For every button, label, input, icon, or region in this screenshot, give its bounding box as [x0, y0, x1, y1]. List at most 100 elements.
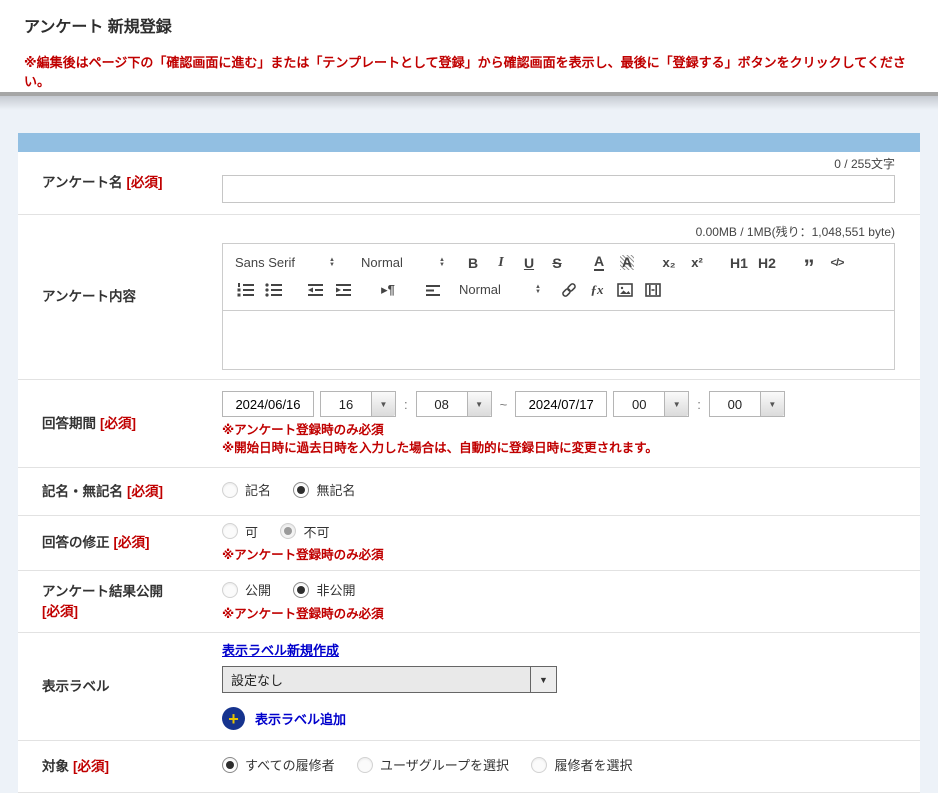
radio-option-not-allowed[interactable]: 不可 [280, 522, 329, 541]
editor-content-area[interactable] [223, 311, 894, 369]
time-colon: : [404, 397, 408, 412]
image-button[interactable] [611, 278, 639, 302]
formula-button[interactable]: ƒx [583, 278, 611, 302]
target-label: 対象[必須] [18, 757, 222, 777]
modification-note: ※アンケート登録時のみ必須 [222, 547, 895, 565]
ordered-list-button[interactable] [231, 278, 259, 302]
radio-selected-icon[interactable] [293, 482, 309, 498]
align-button[interactable] [419, 278, 447, 302]
end-date-input[interactable] [515, 391, 607, 417]
radio-selected-icon[interactable] [293, 582, 309, 598]
font-picker[interactable]: Sans Serif ▲▼ [235, 255, 335, 270]
code-block-button[interactable]: </> [823, 251, 851, 275]
radio-option-anonymous[interactable]: 無記名 [293, 480, 355, 499]
superscript-button[interactable]: x² [683, 251, 711, 275]
radio-option-allowed[interactable]: 可 [222, 522, 258, 541]
row-survey-content: アンケート内容 0.00MB / 1MB(残り：1,048,551 byte) … [18, 215, 920, 380]
bold-button[interactable]: B [459, 251, 487, 275]
display-label-select[interactable]: 設定なし ▼ [222, 666, 557, 693]
size-picker[interactable]: Normal ▲▼ [459, 282, 541, 297]
radio-icon[interactable] [222, 582, 238, 598]
radio-selected-disabled-icon[interactable] [280, 523, 296, 539]
h2-button[interactable]: H2 [753, 251, 781, 275]
spinner-arrow-icon[interactable]: ▼ [760, 392, 784, 416]
ordered-list-icon [237, 282, 254, 298]
strikethrough-icon: S [552, 255, 561, 271]
italic-icon: I [498, 255, 503, 271]
plus-icon[interactable]: + [222, 707, 245, 730]
display-label-label: 表示ラベル [18, 677, 222, 697]
radio-option-private[interactable]: 非公開 [293, 580, 355, 599]
radio-selected-icon[interactable] [222, 757, 238, 773]
text-color-button[interactable]: A [585, 251, 613, 275]
radio-option-user-group[interactable]: ユーザグループを選択 [357, 755, 509, 774]
period-note-2: ※開始日時に過去日時を入力した場合は、自動的に登録日時に変更されます。 [222, 440, 895, 458]
radio-icon[interactable] [222, 482, 238, 498]
select-arrow-icon[interactable]: ▼ [530, 667, 556, 692]
row-survey-name: アンケート名[必須] 0 / 255文字 [18, 152, 920, 215]
background-color-button[interactable]: A [613, 251, 641, 275]
underline-button[interactable]: U [515, 251, 543, 275]
radio-icon[interactable] [222, 523, 238, 539]
radio-icon[interactable] [531, 757, 547, 773]
form-header-bar [18, 133, 920, 152]
superscript-icon: x² [691, 255, 703, 270]
code-icon: </> [831, 257, 844, 269]
char-counter: 0 / 255文字 [222, 155, 895, 172]
outdent-icon [307, 282, 324, 298]
answer-period-label: 回答期間[必須] [18, 414, 222, 434]
underline-icon: U [524, 255, 534, 271]
create-display-label-link[interactable]: 表示ラベル新規作成 [222, 640, 339, 659]
image-icon [617, 282, 633, 298]
page-warning: ※編集後はページ下の「確認画面に進む」または「テンプレートとして登録」から確認画… [0, 37, 938, 90]
row-display-label: 表示ラベル 表示ラベル新規作成 設定なし ▼ + 表示ラベル追加 [18, 633, 920, 741]
video-icon [645, 282, 661, 298]
top-header: アンケート 新規登録 ※編集後はページ下の「確認画面に進む」または「テンプレート… [0, 0, 938, 92]
video-button[interactable] [639, 278, 667, 302]
text-color-icon: A [594, 254, 604, 271]
updown-caret-icon: ▲▼ [329, 258, 335, 268]
end-hour-select[interactable]: 00 ▼ [613, 391, 689, 417]
add-display-label-button[interactable]: + 表示ラベル追加 [222, 707, 895, 730]
blockquote-button[interactable]: ” [795, 251, 823, 275]
required-badge: [必須] [73, 759, 109, 774]
h1-button[interactable]: H1 [725, 251, 753, 275]
survey-form-card: アンケート名[必須] 0 / 255文字 アンケート内容 0.00MB / 1M… [18, 133, 920, 793]
link-button[interactable] [555, 278, 583, 302]
strikethrough-button[interactable]: S [543, 251, 571, 275]
publication-note: ※アンケート登録時のみ必須 [222, 606, 895, 624]
direction-icon: ▸¶ [381, 282, 395, 298]
radio-option-public[interactable]: 公開 [222, 580, 271, 599]
editor-toolbar: Sans Serif ▲▼ Normal ▲▼ B I [223, 244, 894, 311]
subscript-icon: x₂ [662, 255, 675, 270]
required-badge: [必須] [100, 416, 136, 431]
heading-picker[interactable]: Normal ▲▼ [361, 255, 445, 270]
row-target: 対象[必須] すべての履修者 ユーザグループを選択 履修者を選択 [18, 741, 920, 793]
bullet-list-icon [265, 282, 282, 298]
divider-shadow [0, 96, 938, 110]
blockquote-icon: ” [804, 245, 815, 281]
start-minute-select[interactable]: 08 ▼ [416, 391, 492, 417]
spinner-arrow-icon[interactable]: ▼ [371, 392, 395, 416]
survey-name-input[interactable] [222, 175, 895, 203]
time-colon: : [697, 397, 701, 412]
required-badge: [必須] [126, 175, 162, 190]
text-direction-button[interactable]: ▸¶ [371, 278, 405, 302]
radio-option-select-students[interactable]: 履修者を選択 [531, 755, 632, 774]
start-hour-select[interactable]: 16 ▼ [320, 391, 396, 417]
start-date-input[interactable] [222, 391, 314, 417]
results-publication-label: アンケート結果公開 [必須] [18, 582, 222, 621]
subscript-button[interactable]: x₂ [655, 251, 683, 275]
spinner-arrow-icon[interactable]: ▼ [664, 392, 688, 416]
end-minute-select[interactable]: 00 ▼ [709, 391, 785, 417]
outdent-button[interactable] [301, 278, 329, 302]
bullet-list-button[interactable] [259, 278, 287, 302]
radio-option-named[interactable]: 記名 [222, 480, 271, 499]
named-anonymous-label: 記名・無記名[必須] [18, 482, 222, 502]
indent-button[interactable] [329, 278, 357, 302]
radio-option-all-students[interactable]: すべての履修者 [222, 755, 335, 774]
radio-icon[interactable] [357, 757, 373, 773]
row-named-anonymous: 記名・無記名[必須] 記名 無記名 [18, 468, 920, 516]
spinner-arrow-icon[interactable]: ▼ [467, 392, 491, 416]
italic-button[interactable]: I [487, 251, 515, 275]
